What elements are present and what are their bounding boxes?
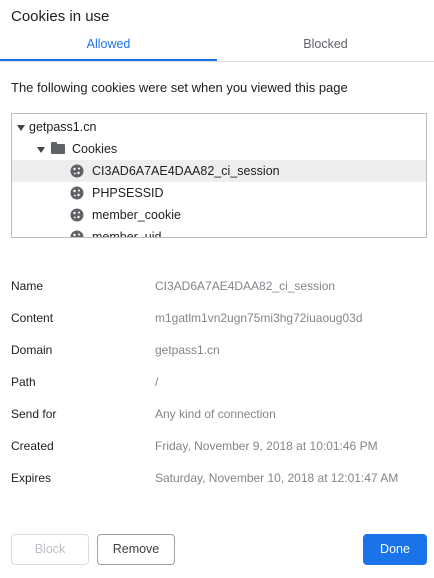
tree-domain-label: getpass1.cn	[29, 120, 97, 134]
detail-label: Content	[11, 311, 54, 325]
detail-label: Name	[11, 279, 44, 293]
cookie-name-label: member_uid	[92, 230, 162, 238]
detail-value: Saturday, November 10, 2018 at 12:01:47 …	[155, 471, 399, 485]
tree-row-cookie[interactable]: CI3AD6A7AE4DAA82_ci_session	[12, 160, 426, 182]
expand-caret-icon[interactable]	[37, 147, 45, 153]
tree-row-cookie[interactable]: PHPSESSID	[12, 182, 426, 204]
detail-row-domain: Domain getpass1.cn	[0, 334, 434, 366]
cookie-icon	[70, 186, 84, 200]
cookie-name-label: CI3AD6A7AE4DAA82_ci_session	[92, 164, 280, 178]
remove-button[interactable]: Remove	[97, 534, 175, 565]
cookie-icon	[70, 164, 84, 178]
detail-label: Expires	[11, 471, 52, 485]
cookie-name-label: PHPSESSID	[92, 186, 164, 200]
detail-value: Friday, November 9, 2018 at 10:01:46 PM	[155, 439, 378, 453]
detail-row-path: Path /	[0, 366, 434, 398]
folder-icon	[51, 142, 65, 154]
cookies-dialog: Cookies in use Allowed Blocked The follo…	[0, 0, 434, 578]
detail-value: /	[155, 375, 159, 389]
detail-row-content: Content m1gatlm1vn2ugn75mi3hg72iuaoug03d	[0, 302, 434, 334]
detail-label: Send for	[11, 407, 57, 421]
cookie-tree[interactable]: getpass1.cn Cookies CI3AD6A7AE4DAA82_ci_…	[11, 113, 427, 238]
detail-value: getpass1.cn	[155, 343, 220, 357]
done-button[interactable]: Done	[363, 534, 427, 565]
tab-allowed[interactable]: Allowed	[0, 33, 217, 61]
tree-row-cookie[interactable]: member_cookie	[12, 204, 426, 226]
dialog-title: Cookies in use	[11, 8, 110, 25]
cookie-name-label: member_cookie	[92, 208, 181, 222]
expand-caret-icon[interactable]	[17, 125, 25, 131]
detail-row-send-for: Send for Any kind of connection	[0, 398, 434, 430]
tree-row-domain[interactable]: getpass1.cn	[12, 116, 426, 138]
detail-label: Created	[11, 439, 54, 453]
detail-row-expires: Expires Saturday, November 10, 2018 at 1…	[0, 462, 434, 494]
tab-bar: Allowed Blocked	[0, 33, 434, 62]
tree-folder-label: Cookies	[72, 142, 118, 156]
cookie-icon	[70, 208, 84, 222]
detail-row-name: Name CI3AD6A7AE4DAA82_ci_session	[0, 270, 434, 302]
detail-label: Path	[11, 375, 36, 389]
tab-blocked[interactable]: Blocked	[217, 33, 434, 60]
block-button[interactable]: Block	[11, 534, 89, 565]
detail-row-created: Created Friday, November 9, 2018 at 10:0…	[0, 430, 434, 462]
description-text: The following cookies were set when you …	[11, 80, 348, 95]
detail-value: Any kind of connection	[155, 407, 276, 421]
cookie-icon	[70, 230, 84, 237]
tree-row-cookie[interactable]: member_uid	[12, 226, 426, 238]
tree-row-folder[interactable]: Cookies	[12, 138, 426, 160]
detail-label: Domain	[11, 343, 53, 357]
detail-value: CI3AD6A7AE4DAA82_ci_session	[155, 279, 336, 293]
detail-value: m1gatlm1vn2ugn75mi3hg72iuaoug03d	[155, 311, 363, 325]
